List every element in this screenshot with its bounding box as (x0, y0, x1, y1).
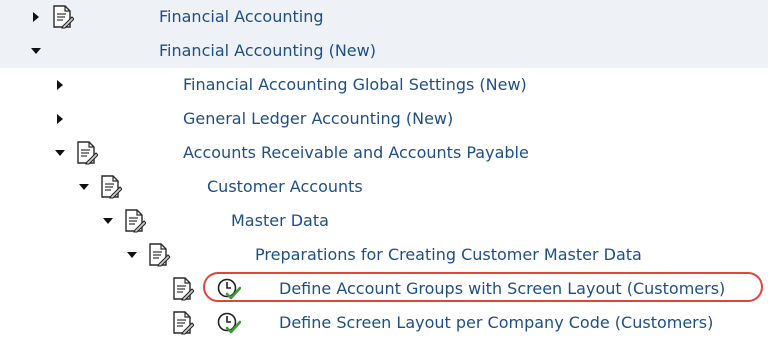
img-tree: Financial Accounting Financial Accountin… (0, 0, 768, 343)
tree-node-label[interactable]: Financial Accounting (159, 7, 324, 27)
tree-node-label[interactable]: Define Account Groups with Screen Layout… (279, 279, 725, 299)
tree-node-define-account-groups[interactable]: Define Account Groups with Screen Layout… (0, 272, 768, 306)
tree-node-preparations[interactable]: Preparations for Creating Customer Maste… (0, 238, 768, 272)
tree-node-label[interactable]: Preparations for Creating Customer Maste… (255, 245, 642, 265)
tree-node-label[interactable]: Financial Accounting (New) (159, 41, 376, 61)
triangle-right-icon[interactable] (54, 113, 66, 125)
triangle-down-icon[interactable] (126, 249, 138, 261)
document-icon (172, 311, 195, 335)
document-icon (148, 243, 171, 267)
tree-node-fa-global-settings[interactable]: Financial Accounting Global Settings (Ne… (0, 68, 768, 102)
tree-node-financial-accounting-new[interactable]: Financial Accounting (New) (0, 34, 768, 68)
tree-node-master-data[interactable]: Master Data (0, 204, 768, 238)
clock-check-icon[interactable] (217, 312, 242, 335)
clock-check-icon[interactable] (217, 278, 242, 301)
tree-node-customer-accounts[interactable]: Customer Accounts (0, 170, 768, 204)
tree-node-define-screen-layout[interactable]: Define Screen Layout per Company Code (C… (0, 306, 768, 340)
tree-node-general-ledger[interactable]: General Ledger Accounting (New) (0, 102, 768, 136)
tree-node-label[interactable]: Master Data (231, 211, 329, 231)
document-icon (172, 277, 195, 301)
tree-node-ar-ap[interactable]: Accounts Receivable and Accounts Payable (0, 136, 768, 170)
tree-node-label[interactable]: Accounts Receivable and Accounts Payable (183, 143, 529, 163)
triangle-down-icon[interactable] (102, 215, 114, 227)
document-icon (124, 209, 147, 233)
triangle-right-icon[interactable] (30, 11, 42, 23)
tree-node-label[interactable]: Financial Accounting Global Settings (Ne… (183, 75, 527, 95)
document-icon (76, 141, 99, 165)
triangle-down-icon[interactable] (78, 181, 90, 193)
tree-node-label[interactable]: Customer Accounts (207, 177, 363, 197)
document-icon (52, 5, 75, 29)
tree-node-financial-accounting[interactable]: Financial Accounting (0, 0, 768, 34)
tree-node-label[interactable]: Define Screen Layout per Company Code (C… (279, 313, 713, 333)
triangle-right-icon[interactable] (54, 79, 66, 91)
triangle-down-icon[interactable] (54, 147, 66, 159)
triangle-down-icon[interactable] (30, 45, 42, 57)
document-icon (100, 175, 123, 199)
tree-node-label[interactable]: General Ledger Accounting (New) (183, 109, 453, 129)
